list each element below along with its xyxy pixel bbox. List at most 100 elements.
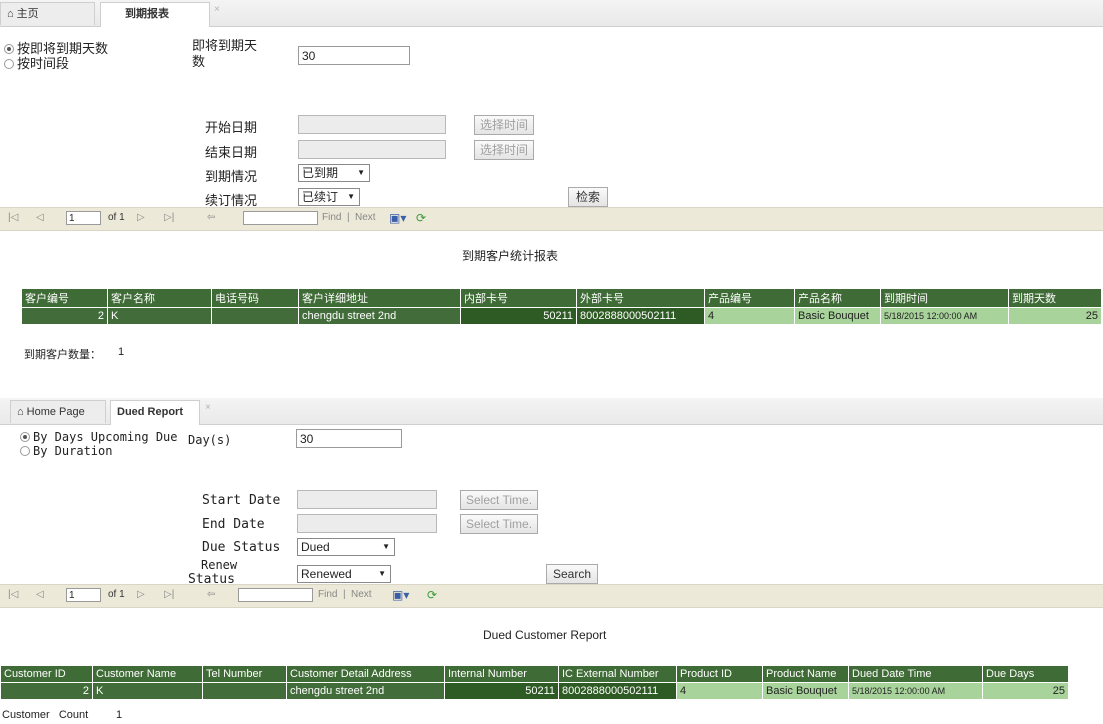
refresh-icon[interactable]: ⟳ (416, 211, 426, 225)
start-date-label: Start Date (202, 493, 281, 508)
next-link[interactable]: Next (351, 589, 372, 600)
tab-bar: ⌂ 主页 到期报表 × (0, 0, 1103, 27)
home-icon: ⌂ (17, 406, 24, 418)
search-button[interactable]: Search (546, 564, 598, 584)
column-header: Customer Detail Address (286, 665, 445, 683)
days-input[interactable]: 30 (296, 429, 402, 448)
table-cell: K (107, 307, 212, 325)
table-cell: 8002888000502111 (576, 307, 705, 325)
chevron-down-icon: ▼ (378, 569, 386, 578)
column-header: Dued Date Time (848, 665, 983, 683)
chevron-down-icon: ▼ (382, 542, 390, 551)
export-save-icon[interactable]: ▣▾ (389, 211, 406, 225)
chevron-down-icon: ▼ (357, 168, 365, 177)
next-page-icon[interactable]: ▷ (137, 589, 145, 600)
find-input[interactable] (243, 211, 318, 225)
refresh-icon[interactable]: ⟳ (427, 588, 437, 602)
find-link[interactable]: Find (322, 212, 341, 223)
tab-dued-report[interactable]: Dued Report (110, 400, 200, 425)
customer-count-value: 1 (116, 709, 123, 721)
page-count: of 1 (108, 589, 125, 600)
radio-by-duration[interactable]: 按时间段 (4, 53, 69, 72)
close-tab-icon[interactable]: × (214, 4, 220, 15)
days-input[interactable]: 30 (298, 46, 410, 65)
column-header: Due Days (982, 665, 1069, 683)
column-header: Customer Name (92, 665, 203, 683)
start-select-time-button[interactable]: Select Time. (460, 490, 539, 510)
end-select-time-button[interactable]: 选择时间 (474, 140, 535, 160)
renew-status-select[interactable]: 已续订 ▼ (298, 188, 360, 206)
report-toolbar: |◁ ◁ 1 of 1 ▷ ▷| ⇦ Find | Next ▣▾ ⟳ (0, 207, 1103, 231)
column-header: 内部卡号 (460, 288, 577, 308)
renew-status-label-line1: Renew (201, 558, 238, 572)
column-header: 客户编号 (21, 288, 108, 308)
renew-status-select[interactable]: Renewed ▼ (297, 565, 391, 583)
first-page-icon[interactable]: |◁ (8, 212, 18, 223)
end-date-label: End Date (202, 517, 265, 532)
column-header: IC External Number (558, 665, 677, 683)
column-header: 产品编号 (704, 288, 795, 308)
table-cell: Basic Bouquet (762, 682, 849, 700)
next-page-icon[interactable]: ▷ (137, 212, 145, 223)
report-title: 到期客户统计报表 (462, 249, 559, 263)
table-header-row: 客户编号 客户名称 电话号码 客户详细地址 内部卡号 外部卡号 产品编号 产品名… (21, 288, 1102, 308)
column-header: Customer ID (0, 665, 93, 683)
end-select-time-button[interactable]: Select Time. (460, 514, 539, 534)
tab-home[interactable]: ⌂ Home Page (10, 400, 106, 423)
export-save-icon[interactable]: ▣▾ (392, 588, 409, 602)
first-page-icon[interactable]: |◁ (8, 589, 18, 600)
table-cell (211, 307, 299, 325)
page-number-input[interactable]: 1 (66, 588, 101, 602)
table-cell: 4 (704, 307, 795, 325)
due-status-label: Due Status (202, 540, 281, 555)
tab-home[interactable]: ⌂ 主页 (0, 2, 95, 25)
end-date-input[interactable] (298, 140, 446, 159)
table-cell: 5/18/2015 12:00:00 AM (880, 307, 1009, 325)
due-status-label: 到期情况 (205, 169, 258, 184)
report-title: Dued Customer Report (483, 628, 607, 642)
column-header: 到期天数 (1008, 288, 1102, 308)
start-date-input[interactable] (298, 115, 446, 134)
prev-page-icon[interactable]: ◁ (36, 589, 44, 600)
start-date-input[interactable] (297, 490, 437, 509)
prev-page-icon[interactable]: ◁ (36, 212, 44, 223)
table-cell: 2 (0, 682, 93, 700)
column-header: 电话号码 (211, 288, 299, 308)
radio-by-duration[interactable]: By Duration (20, 444, 112, 458)
column-header: 客户详细地址 (298, 288, 461, 308)
start-select-time-button[interactable]: 选择时间 (474, 115, 535, 135)
next-link[interactable]: Next (355, 212, 376, 223)
find-separator: | (343, 589, 346, 600)
search-button[interactable]: 检索 (568, 187, 608, 207)
due-status-select[interactable]: Dued ▼ (297, 538, 395, 556)
table-cell (202, 682, 287, 700)
last-page-icon[interactable]: ▷| (164, 589, 174, 600)
find-separator: | (347, 212, 350, 223)
table-cell: 8002888000502111 (558, 682, 677, 700)
end-date-input[interactable] (297, 514, 437, 533)
radio-icon (4, 59, 14, 69)
back-icon[interactable]: ⇦ (207, 212, 215, 223)
english-report-panel: ⌂ Home Page Dued Report × By Days Upcomin… (0, 398, 1103, 724)
close-tab-icon[interactable]: × (205, 402, 211, 413)
find-input[interactable] (238, 588, 313, 602)
chinese-report-panel: ⌂ 主页 到期报表 × 按即将到期天数 按时间段 即将到期天数 30 开始日期 选… (0, 0, 1103, 362)
radio-icon (20, 446, 30, 456)
table-cell: 50211 (444, 682, 559, 700)
due-status-select[interactable]: 已到期 ▼ (298, 164, 370, 182)
page-number-input[interactable]: 1 (66, 211, 101, 225)
table-cell: 50211 (460, 307, 577, 325)
radio-selected-icon (20, 432, 30, 442)
column-header: Tel Number (202, 665, 287, 683)
customer-count-label: Customer Count (2, 709, 89, 721)
table-header-row: Customer ID Customer Name Tel Number Cus… (0, 665, 1069, 683)
radio-by-days[interactable]: By Days Upcoming Due (20, 430, 178, 444)
tab-dued-report[interactable]: 到期报表 (100, 2, 210, 27)
back-icon[interactable]: ⇦ (207, 589, 215, 600)
column-header: 客户名称 (107, 288, 212, 308)
table-row: 2 K chengdu street 2nd 50211 80028880005… (0, 682, 1069, 700)
days-label: Day(s) (188, 433, 232, 447)
find-link[interactable]: Find (318, 589, 337, 600)
column-header: 外部卡号 (576, 288, 705, 308)
last-page-icon[interactable]: ▷| (164, 212, 174, 223)
